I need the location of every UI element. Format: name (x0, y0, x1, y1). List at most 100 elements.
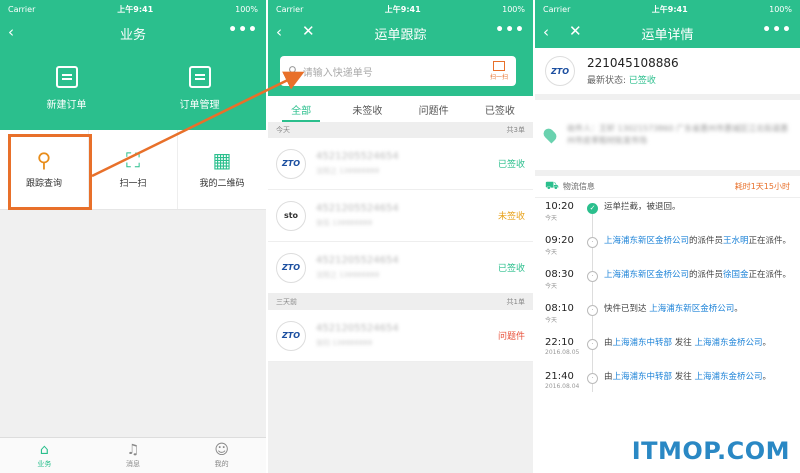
package-recipient: 沈阳之 138888888 (316, 271, 380, 279)
timeline-link[interactable]: 上海浦东中转部 (613, 372, 673, 382)
tab-signed[interactable]: 已签收 (467, 96, 533, 122)
timeline-entry: 10:20 今天 ✓ 运单拦截，被退回。 (545, 198, 800, 232)
back-icon[interactable]: ‹ (8, 24, 14, 40)
package-number: 4521205524654 (316, 255, 399, 266)
package-recipient: 张钧 138888888 (316, 339, 373, 347)
group-header: 三天前 共1单 (268, 294, 533, 310)
page-title: 业务 (119, 27, 146, 43)
timeline-message: 运单拦截，被退回。 (604, 201, 800, 232)
latest-status-label: 最新状态: (587, 76, 627, 86)
package-number: 4521205524654 (316, 203, 399, 214)
timeline-time: 22:10 (545, 337, 574, 348)
logistics-timeline: 10:20 今天 ✓ 运单拦截，被退回。 09:20 今天 · 上海浦东新区金桥公司的派件员王… (535, 198, 800, 402)
qr-code-label: 我的二维码 (199, 179, 245, 189)
package-row[interactable]: ZTO 4521205524654 沈阳之 138888888 已签收 (268, 242, 533, 294)
timeline-text: 的派件员 (689, 270, 724, 280)
tab-messages-label: 消息 (126, 460, 140, 468)
timeline-date: 今天 (545, 317, 558, 324)
user-icon: ☺ (214, 442, 229, 458)
carrier-label: Carrier (543, 4, 571, 14)
quick-actions: 新建订单 订单管理 (0, 48, 266, 128)
timeline-entry: 21:40 2016.08.04 · 由上海浦东中转部 发往 上海浦东金桥公司。 (545, 368, 800, 402)
qr-code-icon: ▦ (212, 148, 232, 172)
tab-problem[interactable]: 问题件 (401, 96, 467, 122)
bell-icon: ♫ (126, 442, 140, 458)
scan-icon (493, 61, 505, 71)
tracking-screen: Carrier 上午9:41 100% ‹ ✕ 运单跟踪 ••• ⚲ 请输入快递… (268, 0, 533, 473)
nav-bar: ‹ 业务 ••• (0, 18, 266, 48)
timeline-link[interactable]: 上海浦东金桥公司 (694, 372, 762, 382)
back-icon[interactable]: ‹ (276, 24, 282, 40)
scan-label: 扫一扫 (119, 179, 147, 189)
scan-label: 扫一扫 (489, 74, 508, 81)
logistics-title: 物流信息 (562, 182, 595, 191)
timeline-date: 今天 (545, 283, 558, 290)
logistics-header: ⛟ 物流信息 耗时1天15小时 (535, 176, 800, 198)
tab-unsigned[interactable]: 未签收 (334, 96, 400, 122)
tab-business-label: 业务 (37, 460, 52, 468)
location-pin-icon (541, 126, 559, 144)
tab-messages[interactable]: ♫ 消息 (89, 438, 178, 473)
search-input[interactable]: ⚲ 请输入快递单号 扫一扫 (280, 56, 516, 86)
check-icon: ✓ (587, 203, 598, 214)
tab-bar: ⌂ 业务 ♫ 消息 ☺ 我的 (0, 437, 266, 473)
filter-tabs: 全部 未签收 问题件 已签收 (268, 96, 533, 122)
timeline-time: 09:20 (545, 235, 574, 246)
new-order-button[interactable]: 新建订单 (0, 65, 133, 111)
timeline-text: 。 (734, 304, 743, 314)
tab-business[interactable]: ⌂ 业务 (0, 438, 89, 473)
package-number: 4521205524654 (316, 323, 399, 334)
tab-mine[interactable]: ☺ 我的 (177, 438, 266, 473)
close-icon[interactable]: ✕ (569, 23, 582, 39)
watermark: ITMOP.COM (631, 437, 790, 465)
order-manage-label: 订单管理 (179, 99, 220, 111)
timeline-link[interactable]: 王水明 (723, 236, 749, 246)
timeline-link[interactable]: 上海浦东新区金桥公司 (604, 236, 689, 246)
order-manage-button[interactable]: 订单管理 (133, 65, 266, 111)
status-bar: Carrier 上午9:41 100% (0, 0, 266, 18)
timeline-message: 上海浦东新区金桥公司的派件员徐国金正在派件。 (604, 269, 800, 300)
clock: 上午9:41 (651, 4, 688, 14)
page-title: 运单详情 (641, 27, 694, 43)
timeline-dot-icon: · (587, 271, 598, 282)
timeline-link[interactable]: 上海浦东金桥公司 (694, 338, 762, 348)
package-number: 4521205524654 (316, 151, 399, 162)
timeline-link[interactable]: 上海浦东中转部 (613, 338, 673, 348)
timeline-date: 2016.08.04 (545, 383, 580, 390)
timeline-entry: 08:30 今天 · 上海浦东新区金桥公司的派件员徐国金正在派件。 (545, 266, 800, 300)
timeline-time: 10:20 (545, 201, 574, 212)
close-icon[interactable]: ✕ (302, 23, 315, 39)
timeline-message: 快件已到达 上海浦东新区金桥公司。 (604, 303, 800, 334)
timeline-message: 上海浦东新区金桥公司的派件员王水明正在派件。 (604, 235, 800, 266)
more-icon[interactable]: ••• (762, 22, 792, 38)
group-header: 今天 共3单 (268, 122, 533, 138)
scan-button[interactable]: ⛶ 扫一扫 (89, 130, 178, 209)
more-icon[interactable]: ••• (495, 22, 525, 38)
back-icon[interactable]: ‹ (543, 24, 549, 40)
package-row[interactable]: ZTO 4521205524654 沈阳之 138888888 已签收 (268, 138, 533, 190)
more-icon[interactable]: ••• (228, 22, 258, 38)
battery-label: 100% (769, 4, 792, 14)
timeline-time: 21:40 (545, 371, 574, 382)
order-manage-icon (188, 65, 211, 88)
timeline-time: 08:30 (545, 269, 574, 280)
tab-all[interactable]: 全部 (268, 96, 334, 122)
group-label: 今天 (276, 126, 290, 134)
timeline-entry: 22:10 2016.08.05 · 由上海浦东中转部 发往 上海浦东金桥公司。 (545, 334, 800, 368)
highlight-box (8, 134, 92, 210)
package-status: 已签收 (497, 160, 525, 170)
status-bar: Carrier 上午9:41 100% (268, 0, 533, 18)
timeline-link[interactable]: 上海浦东新区金桥公司 (649, 304, 734, 314)
timeline-text: 的派件员 (689, 236, 724, 246)
detail-header: Carrier 上午9:41 100% ‹ ✕ 运单详情 ••• (535, 0, 800, 48)
package-row[interactable]: ZTO 4521205524654 张钧 138888888 问题件 (268, 310, 533, 362)
timeline-date: 今天 (545, 215, 558, 222)
timeline-link[interactable]: 徐国金 (723, 270, 749, 280)
timeline-dot-icon: · (587, 339, 598, 350)
timeline-link[interactable]: 上海浦东新区金桥公司 (604, 270, 689, 280)
scan-button[interactable]: 扫一扫 (482, 61, 516, 81)
package-row[interactable]: sto 4521205524654 张伍 138888888 未签收 (268, 190, 533, 242)
truck-icon: ⛟ (545, 179, 559, 192)
qr-code-button[interactable]: ▦ 我的二维码 (178, 130, 266, 209)
tab-mine-label: 我的 (214, 460, 229, 468)
